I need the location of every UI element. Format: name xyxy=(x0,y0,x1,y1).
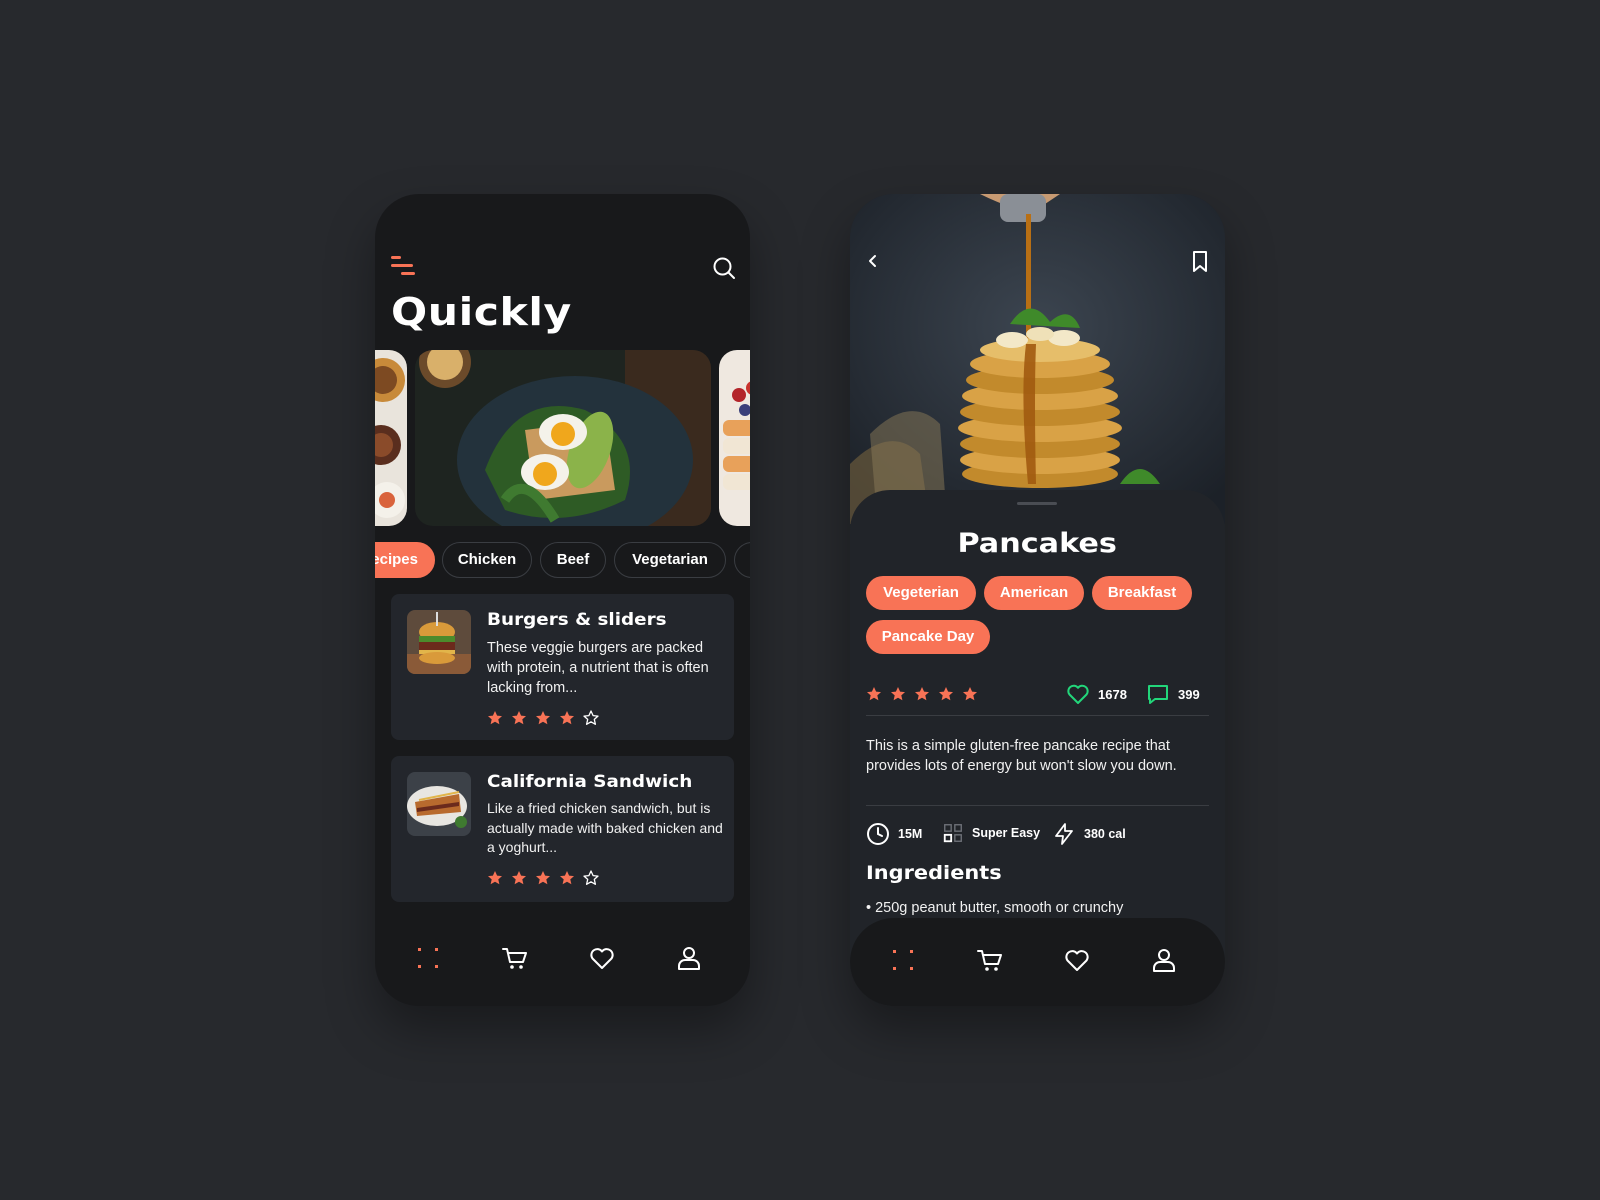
divider xyxy=(866,715,1209,716)
chip-chicken[interactable]: Chicken xyxy=(442,542,532,578)
comment-icon xyxy=(1148,685,1168,704)
tag-pancake-day[interactable]: Pancake Day xyxy=(866,620,990,654)
chip-more[interactable] xyxy=(734,542,750,578)
rating-stars xyxy=(487,710,599,731)
comments[interactable]: 399 xyxy=(1146,682,1200,706)
difficulty-icon xyxy=(943,824,962,843)
tag-american[interactable]: American xyxy=(984,576,1084,610)
menu-icon[interactable] xyxy=(391,256,417,278)
star-empty-icon xyxy=(583,870,599,891)
recipe-title: California Sandwich xyxy=(487,772,693,792)
user-icon[interactable] xyxy=(1150,946,1178,974)
calories: 380 cal xyxy=(1052,822,1126,846)
star-filled-icon xyxy=(535,870,551,891)
star-filled-icon xyxy=(914,686,930,707)
recipe-card[interactable]: California Sandwich Like a fried chicken… xyxy=(391,756,734,902)
ingredient-item: • 250g peanut butter, smooth or crunchy xyxy=(866,900,1124,916)
carousel-card-breakfast[interactable] xyxy=(375,350,407,526)
chip-vegetarian[interactable]: Vegetarian xyxy=(614,542,726,578)
lightning-icon xyxy=(1055,823,1073,845)
bottom-nav xyxy=(375,916,750,1006)
star-filled-icon xyxy=(535,710,551,731)
recipe-card[interactable]: Burgers & sliders These veggie burgers a… xyxy=(391,594,734,740)
search-icon[interactable] xyxy=(712,256,736,280)
tag-vegeterian[interactable]: Vegeterian xyxy=(866,576,976,610)
star-filled-icon xyxy=(866,686,882,707)
recipe-description: This is a simple gluten-free pancake rec… xyxy=(866,738,1177,774)
recipe-detail-screen: Pancakes Vegeterian American Breakfast P… xyxy=(850,194,1225,1006)
difficulty: Super Easy xyxy=(942,822,1040,844)
heart-icon[interactable] xyxy=(1063,946,1091,974)
recipe-title: Pancakes xyxy=(957,528,1118,559)
bottom-nav xyxy=(850,918,1225,1006)
star-filled-icon xyxy=(487,870,503,891)
category-chips: ecipes Chicken Beef Vegetarian xyxy=(375,542,750,580)
clock-icon xyxy=(867,823,889,845)
hero-image xyxy=(850,194,1225,524)
divider xyxy=(866,805,1209,806)
star-filled-icon xyxy=(890,686,906,707)
rating-stars xyxy=(487,870,599,891)
rating-stars xyxy=(866,686,978,707)
grid-icon[interactable] xyxy=(414,944,442,972)
recipe-description: Like a fried chicken sandwich, but is ac… xyxy=(487,800,723,855)
chip-recipes[interactable]: ecipes xyxy=(375,542,435,578)
star-filled-icon xyxy=(559,870,575,891)
star-filled-icon xyxy=(511,870,527,891)
recipe-list-screen: Quickly ecipes Chicken Beef Vegetarian B… xyxy=(375,194,750,1006)
grid-icon[interactable] xyxy=(889,946,917,974)
star-filled-icon xyxy=(962,686,978,707)
ingredients-title: Ingredients xyxy=(866,862,1002,884)
carousel-card-egg-toast[interactable] xyxy=(415,350,711,526)
cart-icon[interactable] xyxy=(501,944,529,972)
heart-icon[interactable] xyxy=(588,944,616,972)
recipe-title: Burgers & sliders xyxy=(487,610,667,630)
app-title: Quickly xyxy=(391,290,572,334)
user-icon[interactable] xyxy=(675,944,703,972)
back-button[interactable] xyxy=(862,250,884,272)
chip-beef[interactable]: Beef xyxy=(540,542,606,578)
likes[interactable]: 1678 xyxy=(1066,682,1127,706)
likes-count: 1678 xyxy=(1098,686,1127,702)
recipe-thumbnail xyxy=(407,772,471,836)
recipe-description: These veggie burgers are packed with pro… xyxy=(487,640,709,696)
star-filled-icon xyxy=(938,686,954,707)
bookmark-icon[interactable] xyxy=(1189,250,1211,274)
star-filled-icon xyxy=(559,710,575,731)
tag-breakfast[interactable]: Breakfast xyxy=(1092,576,1192,610)
recipe-thumbnail xyxy=(407,610,471,674)
sheet-handle[interactable] xyxy=(1017,502,1057,505)
prep-time: 15M xyxy=(866,822,922,846)
cart-icon[interactable] xyxy=(976,946,1004,974)
star-filled-icon xyxy=(487,710,503,731)
star-empty-icon xyxy=(583,710,599,731)
star-filled-icon xyxy=(511,710,527,731)
comments-count: 399 xyxy=(1178,686,1200,702)
carousel-card-pancakes[interactable] xyxy=(719,350,750,526)
heart-icon xyxy=(1067,684,1089,704)
